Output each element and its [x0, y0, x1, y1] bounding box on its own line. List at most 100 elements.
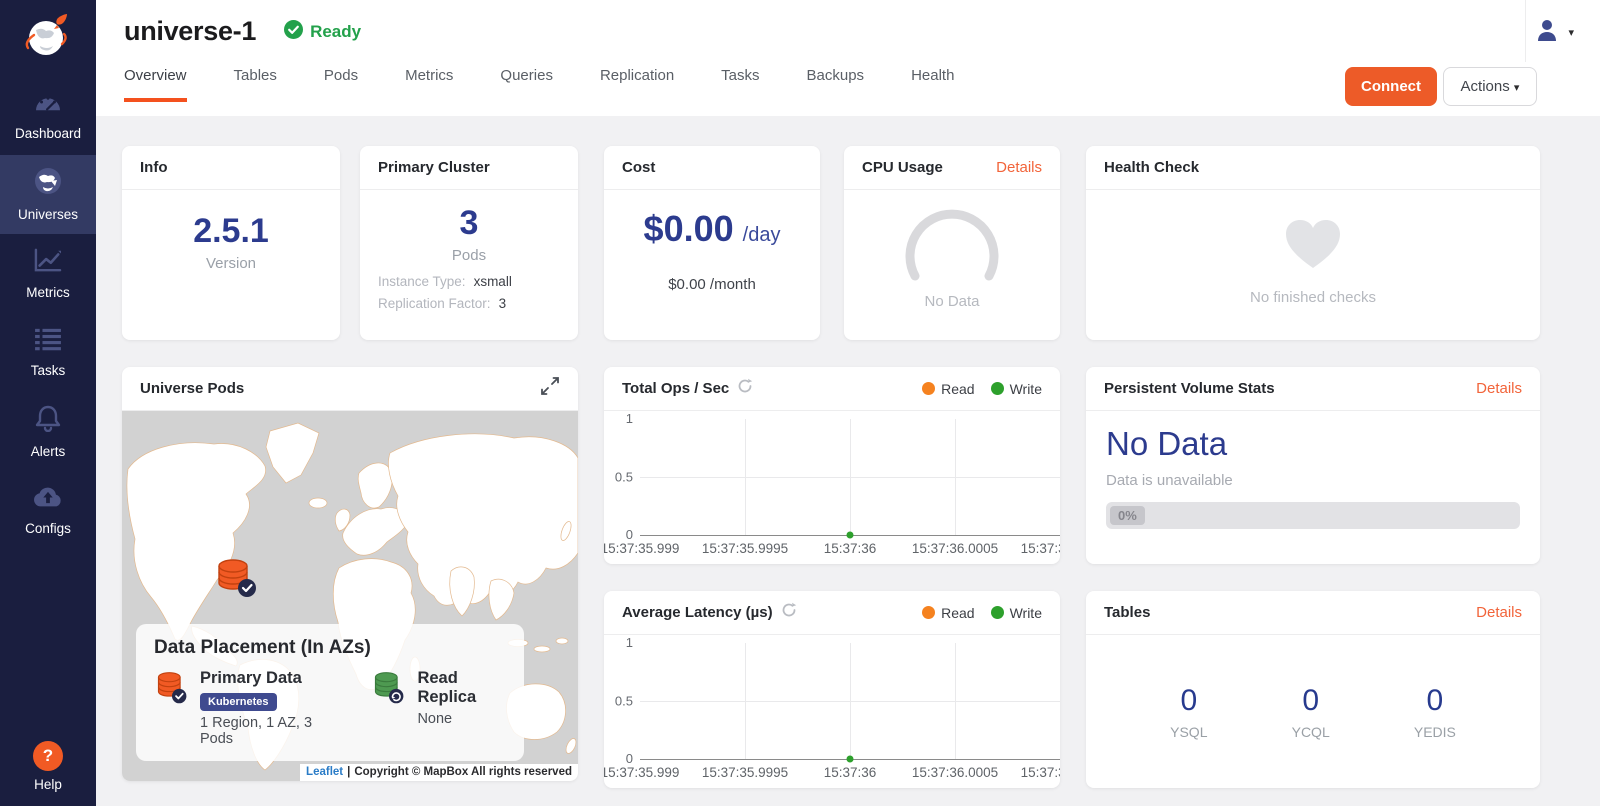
- ycql-stat: 0 YCQL: [1292, 684, 1330, 740]
- data-placement-title: Data Placement (In AZs): [154, 637, 506, 659]
- tables-details-link[interactable]: Details: [1476, 604, 1522, 621]
- tab-pods[interactable]: Pods: [324, 67, 358, 102]
- tab-metrics[interactable]: Metrics: [405, 67, 453, 102]
- gauge-arc-icon: [897, 208, 1007, 287]
- tab-tasks[interactable]: Tasks: [721, 67, 759, 102]
- overview-content: Info 2.5.1 Version Primary Cluster 3 Pod…: [96, 116, 1600, 788]
- cost-card: Cost $0.00 /day $0.00 /month: [604, 146, 820, 340]
- gauge-icon: [33, 90, 63, 119]
- pvs-details-link[interactable]: Details: [1476, 380, 1522, 397]
- tab-tables[interactable]: Tables: [234, 67, 277, 102]
- card-title: CPU Usage: [862, 159, 943, 176]
- pods-count: 3: [460, 204, 479, 243]
- version-label: Version: [206, 255, 256, 272]
- sidebar-item-alerts[interactable]: Alerts: [0, 392, 96, 471]
- cpu-usage-card: CPU Usage Details No Data: [844, 146, 1060, 340]
- tab-replication[interactable]: Replication: [600, 67, 674, 102]
- card-title: Universe Pods: [140, 380, 244, 397]
- card-title: Cost: [622, 159, 655, 176]
- chevron-down-icon: ▾: [1514, 82, 1520, 94]
- write-dot-icon: [991, 606, 1004, 619]
- app-logo-planet-rocket-icon[interactable]: [20, 8, 76, 64]
- x-tick: 15:37:35.999: [604, 765, 679, 780]
- sidebar-item-label: Universes: [18, 207, 78, 222]
- cpu-no-data-text: No Data: [924, 293, 979, 310]
- cpu-details-link[interactable]: Details: [996, 159, 1042, 176]
- sidebar-item-label: Metrics: [26, 285, 70, 300]
- primary-data-item: Primary Data Kubernetes 1 Region, 1 AZ, …: [154, 669, 329, 747]
- replication-factor-row: Replication Factor: 3: [378, 296, 560, 311]
- sidebar-item-configs[interactable]: Configs: [0, 471, 96, 550]
- card-title: Health Check: [1104, 159, 1199, 176]
- pvs-no-data-text: No Data: [1106, 425, 1520, 463]
- sidebar: Dashboard Universes Metrics: [0, 0, 96, 806]
- expand-icon[interactable]: [540, 376, 560, 401]
- write-data-point: [847, 756, 854, 763]
- tab-backups[interactable]: Backups: [807, 67, 865, 102]
- tab-queries[interactable]: Queries: [500, 67, 553, 102]
- x-tick: 15:37:36: [824, 765, 877, 780]
- read-dot-icon: [922, 606, 935, 619]
- connect-button[interactable]: Connect: [1345, 67, 1437, 106]
- list-icon: [33, 327, 63, 356]
- data-placement-panel: Data Placement (In AZs): [136, 624, 524, 761]
- pvs-progress-bar: 0%: [1106, 502, 1520, 529]
- x-tick: 15:37:35.999: [604, 541, 679, 556]
- cloud-upload-icon: [32, 485, 64, 514]
- sidebar-item-help[interactable]: ? Help: [33, 741, 63, 792]
- refresh-icon[interactable]: [781, 602, 797, 623]
- sidebar-item-metrics[interactable]: Metrics: [0, 234, 96, 313]
- primary-cluster-card: Primary Cluster 3 Pods Instance Type: xs…: [360, 146, 578, 340]
- x-tick: 15:37:36.001: [1021, 765, 1060, 780]
- card-title: Info: [140, 159, 168, 176]
- y-tick: 0.5: [615, 470, 640, 485]
- legend-read: Read: [922, 381, 974, 397]
- user-icon: [1534, 17, 1560, 48]
- cost-per-day-value: $0.00: [644, 208, 734, 250]
- sidebar-item-label: Help: [34, 777, 62, 792]
- chevron-down-icon: ▾: [1568, 26, 1574, 39]
- chart-legend: Read Write: [922, 605, 1042, 621]
- x-tick: 15:37:36: [824, 541, 877, 556]
- page-title: universe-1: [124, 16, 256, 47]
- replica-database-icon: [371, 669, 407, 747]
- sidebar-item-label: Dashboard: [15, 126, 81, 141]
- y-tick: 0: [626, 751, 640, 766]
- pod-location-marker[interactable]: [214, 557, 258, 599]
- read-dot-icon: [922, 382, 935, 395]
- sidebar-item-label: Alerts: [31, 444, 66, 459]
- x-tick: 15:37:35.9995: [702, 541, 788, 556]
- user-menu[interactable]: ▾: [1534, 17, 1574, 48]
- sidebar-item-label: Tasks: [31, 363, 66, 378]
- chart-plot-area[interactable]: 1 0.5 0 15:37:35.999 15:37:35.9995 15:37…: [604, 411, 1060, 564]
- leaflet-link[interactable]: Leaflet: [306, 766, 343, 778]
- heart-icon: [1284, 218, 1342, 275]
- legend-write: Write: [991, 381, 1042, 397]
- card-title: Average Latency (µs): [622, 604, 773, 621]
- card-title: Total Ops / Sec: [622, 380, 729, 397]
- sidebar-item-dashboard[interactable]: Dashboard: [0, 76, 96, 155]
- sidebar-nav: Dashboard Universes Metrics: [0, 76, 96, 550]
- world-map[interactable]: Data Placement (In AZs): [122, 411, 578, 781]
- tab-overview[interactable]: Overview: [124, 67, 187, 102]
- persistent-volume-stats-card: Persistent Volume Stats Details No Data …: [1086, 367, 1540, 564]
- y-tick: 1: [626, 411, 640, 426]
- read-replica-item: Read Replica None: [371, 669, 506, 747]
- kubernetes-badge: Kubernetes: [200, 693, 277, 711]
- sidebar-item-tasks[interactable]: Tasks: [0, 313, 96, 392]
- status-text: Ready: [310, 22, 361, 42]
- version-value: 2.5.1: [193, 212, 269, 251]
- card-title: Persistent Volume Stats: [1104, 380, 1275, 397]
- write-dot-icon: [991, 382, 1004, 395]
- refresh-icon[interactable]: [737, 378, 753, 399]
- help-icon: ?: [33, 741, 63, 771]
- info-card: Info 2.5.1 Version: [122, 146, 340, 340]
- actions-dropdown-button[interactable]: Actions ▾: [1443, 67, 1537, 106]
- tab-health[interactable]: Health: [911, 67, 954, 102]
- tables-card: Tables Details 0 YSQL 0 YCQL 0 YEDIS: [1086, 591, 1540, 788]
- map-attribution: Leaflet | Copyright © MapBox All rights …: [300, 764, 578, 781]
- universe-pods-card: Universe Pods: [122, 367, 578, 781]
- primary-data-desc: 1 Region, 1 AZ, 3 Pods: [200, 715, 329, 747]
- sidebar-item-universes[interactable]: Universes: [0, 155, 96, 234]
- chart-plot-area[interactable]: 1 0.5 0 15:37:35.999 15:37:35.9995 15:37…: [604, 635, 1060, 788]
